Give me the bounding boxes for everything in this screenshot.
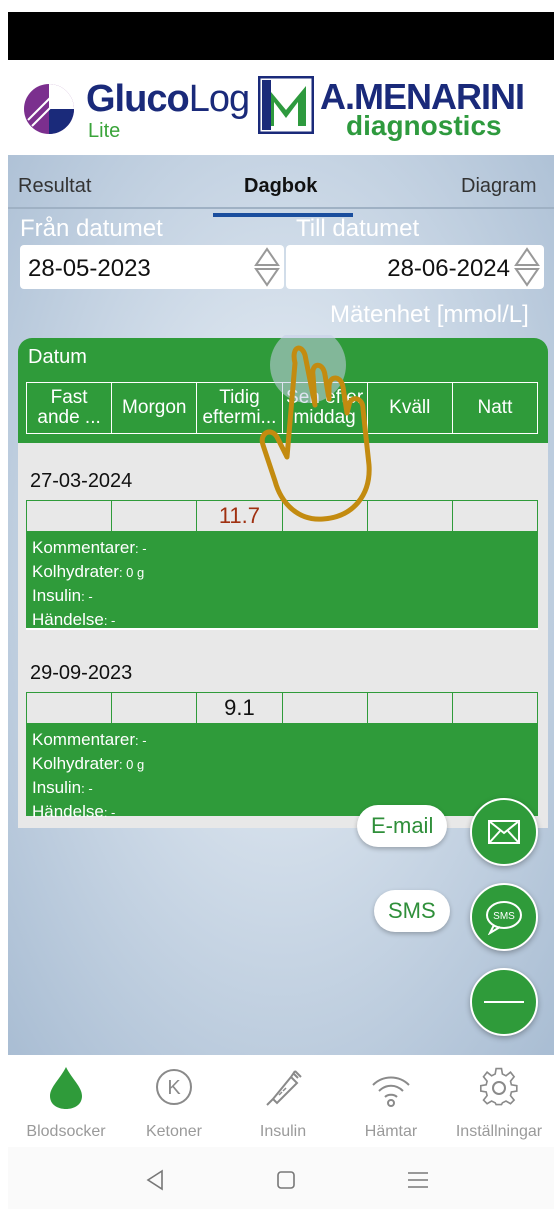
home-icon[interactable] — [271, 1165, 301, 1195]
envelope-icon — [488, 820, 520, 844]
bottom-nav: Blodsocker K Ketoner Insulin Hämtar Inst… — [8, 1055, 554, 1147]
from-date-field[interactable]: 28-05-2023 — [20, 245, 284, 289]
sms-bubble-icon: SMS — [486, 901, 522, 935]
app-header: GlucoLog Lite A.MENARINI diagnostics — [8, 60, 554, 155]
svg-text:SMS: SMS — [493, 911, 515, 922]
value-cell: 9.1 — [197, 693, 283, 723]
syringe-icon — [266, 1070, 302, 1106]
gear-icon — [479, 1067, 518, 1106]
entry-details: Kommentarer: - Kolhydrater: 0 g Insulin:… — [26, 724, 538, 821]
to-date-field[interactable]: 28-06-2024 — [286, 245, 544, 289]
main-content: Resultat Dagbok Diagram Från datumet 28-… — [8, 155, 554, 1055]
from-date-spinner-icon[interactable] — [254, 245, 280, 289]
tab-dagbok[interactable]: Dagbok — [244, 175, 317, 198]
from-date-label: Från datumet — [20, 215, 163, 242]
nav-label: Insulin — [259, 1123, 307, 1140]
back-icon[interactable] — [140, 1165, 170, 1195]
nav-label: Blodsocker — [26, 1123, 106, 1140]
entry-date: 27-03-2024 — [30, 470, 133, 492]
tab-bar: Resultat Dagbok Diagram — [8, 167, 554, 217]
value-cell — [368, 693, 453, 723]
nav-label: Ketoner — [145, 1123, 203, 1140]
column-header: Morgon — [112, 383, 198, 433]
tab-diagram[interactable]: Diagram — [461, 175, 537, 198]
nav-label: Inställningar — [455, 1123, 543, 1140]
entry-details: Kommentarer: - Kolhydrater: 0 g Insulin:… — [26, 532, 538, 630]
drop-icon — [50, 1067, 82, 1109]
insulin-line: Insulin: - — [32, 778, 93, 797]
value-cell — [453, 693, 537, 723]
glucolog-logo-icon — [24, 84, 74, 134]
tab-resultat[interactable]: Resultat — [18, 175, 91, 198]
nav-ketoner[interactable]: K Ketoner — [119, 1065, 229, 1145]
entry-date: 29-09-2023 — [30, 662, 133, 684]
column-header: Natt — [477, 397, 513, 418]
column-header: Fast ande ... — [27, 383, 113, 433]
app-name: GlucoLog — [86, 78, 250, 120]
date-column-title: Datum — [28, 346, 87, 368]
partner-sub: diagnostics — [346, 110, 502, 141]
nav-hamtar[interactable]: Hämtar — [336, 1065, 446, 1145]
minus-icon — [484, 1001, 524, 1003]
value-cell — [27, 693, 113, 723]
collapse-menu-button[interactable] — [470, 968, 538, 1036]
value-cell — [453, 501, 537, 531]
event-line: Händelse: - — [32, 802, 116, 821]
insulin-line: Insulin: - — [32, 586, 93, 605]
value-cell — [283, 693, 368, 723]
carbs-line: Kolhydrater: 0 g — [32, 754, 145, 773]
to-date-value: 28-06-2024 — [387, 255, 510, 282]
system-nav-bar — [8, 1147, 554, 1209]
value-cell — [112, 693, 198, 723]
nav-blodsocker[interactable]: Blodsocker — [11, 1065, 121, 1145]
to-date-spinner-icon[interactable] — [514, 245, 540, 289]
nav-label: Hämtar — [364, 1123, 418, 1140]
to-date-label: Till datumet — [296, 215, 420, 242]
svg-text:K: K — [167, 1077, 181, 1099]
app-edition: Lite — [88, 120, 121, 142]
value-cell — [27, 501, 113, 531]
from-date-value: 28-05-2023 — [28, 255, 151, 282]
sms-button[interactable]: SMS — [470, 883, 538, 951]
nav-insulin[interactable]: Insulin — [228, 1065, 338, 1145]
ketone-k-icon: K — [156, 1069, 192, 1105]
value-row: 9.1 — [26, 692, 538, 724]
email-fab-label[interactable]: E-mail — [357, 805, 448, 847]
menu-icon[interactable] — [403, 1165, 433, 1195]
entry-divider — [26, 628, 538, 630]
value-cell — [112, 501, 198, 531]
unit-label: Mätenhet [mmol/L] — [330, 301, 529, 328]
nav-installningar[interactable]: Inställningar — [444, 1065, 554, 1145]
carbs-line: Kolhydrater: 0 g — [32, 562, 145, 581]
touch-hand-icon — [259, 335, 372, 522]
menarini-logo-icon — [258, 76, 314, 134]
status-bar — [8, 12, 554, 60]
sms-fab-label[interactable]: SMS — [374, 890, 450, 932]
app-screen: GlucoLog Lite A.MENARINI diagnostics Res… — [0, 0, 554, 1209]
comments-line: Kommentarer: - — [32, 730, 147, 749]
comments-line: Kommentarer: - — [32, 538, 147, 557]
email-button[interactable] — [470, 798, 538, 866]
wifi-icon — [372, 1076, 410, 1107]
